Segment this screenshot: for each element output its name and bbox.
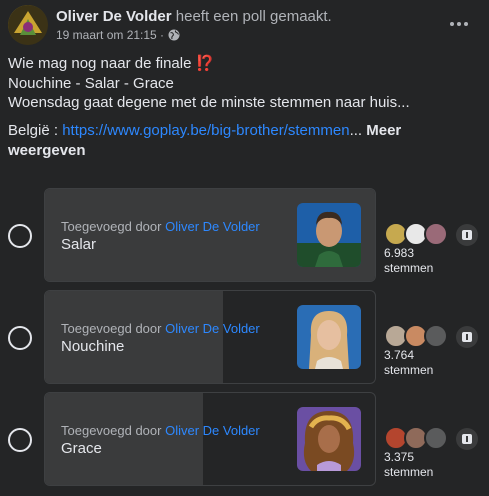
avatar-image	[8, 5, 48, 45]
option-photo	[297, 203, 361, 267]
added-by-line: Toegevoegd door Oliver De Volder	[61, 423, 260, 438]
report-icon	[462, 332, 472, 342]
voter-avatars[interactable]	[384, 324, 454, 348]
added-by-name[interactable]: Oliver De Volder	[165, 423, 260, 438]
poll-option: Toegevoegd door Oliver De Volder Grace 3…	[0, 392, 489, 488]
option-photo	[297, 407, 361, 471]
voter-avatars[interactable]	[384, 426, 454, 450]
vote-number: 3.764	[384, 348, 415, 362]
added-by-line: Toegevoegd door Oliver De Volder	[61, 219, 260, 234]
option-radio[interactable]	[8, 326, 32, 350]
post-meta: 19 maart om 21:15 ·	[56, 28, 180, 42]
report-button[interactable]	[456, 326, 478, 348]
post-line: Wie mag nog naar de finale ⁉️	[8, 55, 215, 72]
post-line: Woensdag gaat degene met de minste stemm…	[8, 94, 410, 111]
option-card[interactable]: Toegevoegd door Oliver De Volder Nouchin…	[44, 290, 376, 384]
report-icon	[462, 230, 472, 240]
voter-avatar	[424, 222, 448, 246]
vote-link[interactable]: https://www.goplay.be/big-brother/stemme…	[62, 122, 349, 139]
author-line: Oliver De Volder heeft een poll gemaakt.	[56, 8, 332, 25]
vote-count: 6.983 stemmen	[384, 246, 433, 276]
post-timestamp[interactable]: 19 maart om 21:15 ·	[56, 28, 164, 42]
option-radio[interactable]	[8, 428, 32, 452]
vote-label: stemmen	[384, 363, 434, 377]
author-action: heeft een poll gemaakt.	[171, 8, 332, 25]
added-by-line: Toegevoegd door Oliver De Volder	[61, 321, 260, 336]
more-options-button[interactable]	[445, 10, 473, 38]
author-name[interactable]: Oliver De Volder	[56, 8, 172, 25]
option-name: Nouchine	[61, 338, 125, 355]
option-name: Salar	[61, 236, 97, 253]
post-header: Oliver De Volder heeft een poll gemaakt.…	[0, 0, 489, 48]
added-by-name[interactable]: Oliver De Volder	[165, 321, 260, 336]
post-line: Nouchine - Salar - Grace	[8, 74, 174, 92]
added-by-name[interactable]: Oliver De Volder	[165, 219, 260, 234]
added-by-prefix: Toegevoegd door	[61, 321, 166, 336]
post-body: Wie mag nog naar de finale ⁉️ Nouchine -…	[8, 54, 478, 113]
more-dot	[464, 22, 468, 26]
vote-count: 3.764 stemmen	[384, 348, 433, 378]
vote-number: 6.983	[384, 246, 415, 260]
vote-share-bar	[45, 291, 224, 383]
option-name: Grace	[61, 440, 102, 457]
report-icon	[462, 434, 472, 444]
post-link-line: België : https://www.goplay.be/big-broth…	[8, 121, 478, 161]
globe-icon	[168, 29, 180, 41]
option-photo	[297, 305, 361, 369]
voter-avatars[interactable]	[384, 222, 454, 246]
vote-share-bar	[45, 393, 204, 485]
option-card[interactable]: Toegevoegd door Oliver De Volder Grace	[44, 392, 376, 486]
author-avatar[interactable]	[8, 5, 48, 45]
vote-label: stemmen	[384, 465, 434, 479]
added-by-prefix: Toegevoegd door	[61, 219, 166, 234]
poll-option: Toegevoegd door Oliver De Volder Salar 6…	[0, 188, 489, 284]
vote-label: stemmen	[384, 261, 434, 275]
report-button[interactable]	[456, 224, 478, 246]
link-ellipsis: ...	[349, 122, 363, 139]
added-by-prefix: Toegevoegd door	[61, 423, 166, 438]
option-card[interactable]: Toegevoegd door Oliver De Volder Salar	[44, 188, 376, 282]
voter-avatar	[424, 426, 448, 450]
voter-avatar	[424, 324, 448, 348]
report-button[interactable]	[456, 428, 478, 450]
more-horizontal-icon	[450, 22, 454, 26]
option-radio[interactable]	[8, 224, 32, 248]
vote-count: 3.375 stemmen	[384, 450, 433, 480]
poll-option: Toegevoegd door Oliver De Volder Nouchin…	[0, 290, 489, 386]
more-dot	[457, 22, 461, 26]
link-prefix: België :	[8, 122, 63, 139]
vote-number: 3.375	[384, 450, 415, 464]
